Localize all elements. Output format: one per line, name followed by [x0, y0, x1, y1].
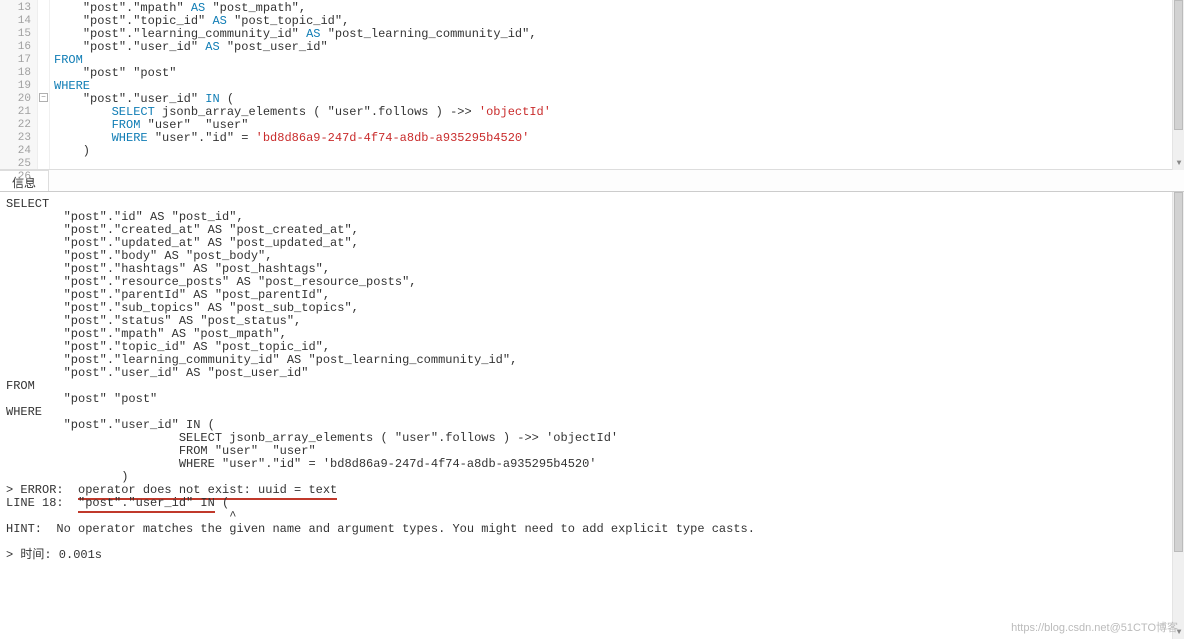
line-number: 15 — [2, 28, 31, 41]
line-number: 21 — [2, 106, 31, 119]
error-prefix: > ERROR: — [6, 483, 78, 497]
line-number: 13 — [2, 2, 31, 15]
line-number: 26 — [2, 171, 31, 184]
line-number: 23 — [2, 132, 31, 145]
scrollbar-thumb[interactable] — [1174, 0, 1183, 130]
caret-pointer: ^ — [6, 509, 236, 523]
fold-column: − — [38, 0, 50, 169]
output-vertical-scrollbar[interactable]: ▲ ▼ — [1172, 192, 1184, 639]
sql-editor-pane: 1314151617181920212223242526 − "post"."m… — [0, 0, 1184, 170]
line-number: 16 — [2, 41, 31, 54]
output-text[interactable]: SELECT "post"."id" AS "post_id", "post".… — [0, 192, 1184, 562]
line-number: 24 — [2, 145, 31, 158]
line-number: 25 — [2, 158, 31, 171]
editor-vertical-scrollbar[interactable]: ▲ ▼ — [1172, 0, 1184, 170]
line-number: 19 — [2, 80, 31, 93]
line18-prefix: LINE 18: — [6, 496, 78, 510]
line-number: 22 — [2, 119, 31, 132]
output-query: SELECT "post"."id" AS "post_id", "post".… — [6, 197, 625, 484]
output-pane: SELECT "post"."id" AS "post_id", "post".… — [0, 192, 1184, 639]
watermark: https://blog.csdn.net@51CTO博客 — [1011, 619, 1178, 635]
line-number: 17 — [2, 54, 31, 67]
code-line[interactable]: FROM — [54, 54, 1180, 67]
line18-rest: ( — [215, 496, 229, 510]
code-line[interactable]: ) — [54, 145, 1180, 158]
code-line[interactable]: "post" "post" — [54, 67, 1180, 80]
code-line[interactable] — [54, 158, 1180, 169]
fold-toggle-icon[interactable]: − — [39, 93, 48, 102]
output-tabbar: 信息 — [0, 170, 1184, 192]
line-number: 18 — [2, 67, 31, 80]
scrollbar-down-arrow-icon[interactable]: ▼ — [1173, 158, 1184, 170]
hint-line: HINT: No operator matches the given name… — [6, 522, 755, 536]
scrollbar-thumb[interactable] — [1174, 192, 1183, 552]
code-line[interactable]: WHERE "user"."id" = 'bd8d86a9-247d-4f74-… — [54, 132, 1180, 145]
time-line: > 时间: 0.001s — [6, 548, 102, 562]
line-number-gutter: 1314151617181920212223242526 — [0, 0, 38, 169]
code-line[interactable]: "post"."user_id" AS "post_user_id" — [54, 41, 1180, 54]
line-number: 20 — [2, 93, 31, 106]
line-number: 14 — [2, 15, 31, 28]
code-area[interactable]: "post"."mpath" AS "post_mpath", "post"."… — [50, 0, 1184, 169]
